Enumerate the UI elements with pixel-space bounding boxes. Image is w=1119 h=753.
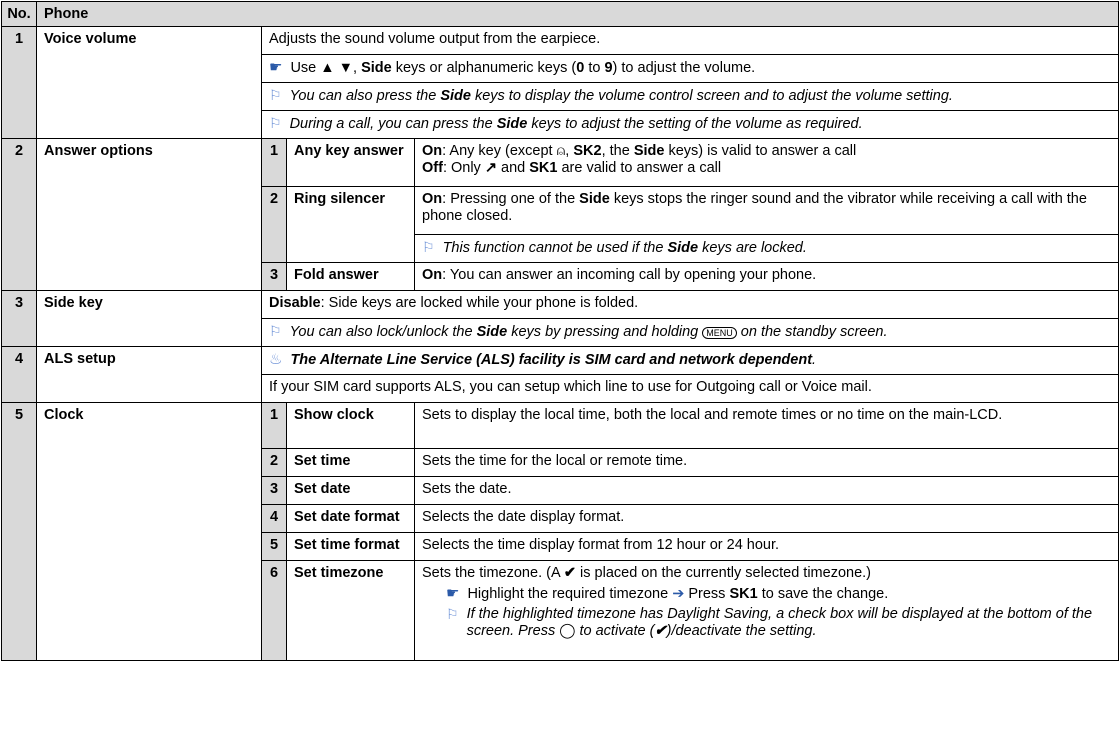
sub-description: Sets the date. <box>414 476 1119 505</box>
warning-line: ♨ The Alternate Line Service (ALS) facili… <box>261 346 1119 375</box>
sub-number: 6 <box>261 560 287 661</box>
warning-hand-icon: ♨ <box>269 351 283 368</box>
note-flag-icon: ⚐ <box>446 606 459 622</box>
sub-name: Ring silencer <box>286 186 415 263</box>
row-number: 5 <box>1 402 37 661</box>
table-row-clock: 5 Clock 1 Show clock Sets to display the… <box>1 402 1119 661</box>
hand-pointer-icon: ☛ <box>269 59 283 76</box>
hand-pointer-icon: ☛ <box>446 585 460 602</box>
row-number: 2 <box>1 138 37 291</box>
sub-description: On: Any key (except ⍝, SK2, the Side key… <box>414 138 1119 187</box>
sub-name: Set time <box>286 448 415 477</box>
phone-settings-table: No. Phone 1 Voice volume Adjusts the sou… <box>1 1 1119 661</box>
row-description: Disable: Side keys are locked while your… <box>261 290 1119 319</box>
row-number: 3 <box>1 290 37 347</box>
note-line: ⚐ You can also press the Side keys to dis… <box>261 82 1119 111</box>
header-title: Phone <box>36 1 1119 27</box>
sub-number: 2 <box>261 448 287 477</box>
table-row-answer-options: 2 Answer options 1 Any key answer On: An… <box>1 138 1119 291</box>
check-mark-icon: ✔ <box>563 565 577 581</box>
note-line: ⚐ This function cannot be used if the Sid… <box>414 234 1119 263</box>
tip-line: ☛ Highlight the required timezone ➔ Press… <box>446 585 889 602</box>
sub-number: 5 <box>261 532 287 561</box>
note-flag-icon: ⚐ <box>422 239 435 255</box>
row-name: Clock <box>36 402 262 661</box>
sub-description: Sets to display the local time, both the… <box>414 402 1119 449</box>
sub-name: Set time format <box>286 532 415 561</box>
sub-number: 4 <box>261 504 287 533</box>
sub-name: Fold answer <box>286 262 415 291</box>
send-key-icon: ↗ <box>484 160 497 176</box>
row-number: 4 <box>1 346 37 403</box>
sub-number: 1 <box>261 138 287 187</box>
table-row-als-setup: 4 ALS setup ♨ The Alternate Line Service … <box>1 346 1119 403</box>
table-header-row: No. Phone <box>1 1 1119 27</box>
note-line: ⚐ During a call, you can press the Side k… <box>261 110 1119 139</box>
end-key-icon: ⍝ <box>556 143 566 159</box>
note-line: ⚐ If the highlighted timezone has Dayligh… <box>446 606 1093 639</box>
row-name: Answer options <box>36 138 262 291</box>
sub-number: 3 <box>261 476 287 505</box>
arrow-right-icon: ➔ <box>672 586 685 602</box>
row-name: Voice volume <box>36 26 262 139</box>
row-description: If your SIM card supports ALS, you can s… <box>261 374 1119 403</box>
check-mark-icon: ✔ <box>654 623 667 639</box>
note-flag-icon: ⚐ <box>269 115 282 131</box>
sub-number: 3 <box>261 262 287 291</box>
sub-description: On: Pressing one of the Side keys stops … <box>414 186 1119 235</box>
row-name: Side key <box>36 290 262 347</box>
sub-description: Selects the date display format. <box>414 504 1119 533</box>
timezone-desc: Sets the timezone. (A ✔ is placed on the… <box>422 565 871 581</box>
sub-name: Set timezone <box>286 560 415 661</box>
menu-key-icon: MENU <box>702 327 737 339</box>
sub-name: Set date <box>286 476 415 505</box>
table-row-voice-volume: 1 Voice volume Adjusts the sound volume … <box>1 26 1119 139</box>
sub-description: Sets the time for the local or remote ti… <box>414 448 1119 477</box>
sub-description: Selects the time display format from 12 … <box>414 532 1119 561</box>
nav-key-icon: ◯ <box>559 623 576 639</box>
row-name: ALS setup <box>36 346 262 403</box>
note-flag-icon: ⚐ <box>269 323 282 339</box>
header-no: No. <box>1 1 37 27</box>
note-flag-icon: ⚐ <box>269 87 282 103</box>
row-number: 1 <box>1 26 37 139</box>
sub-name: Set date format <box>286 504 415 533</box>
sub-name: Any key answer <box>286 138 415 187</box>
sub-number: 2 <box>261 186 287 263</box>
tip-line: ☛ Use ▲ ▼, Side keys or alphanumeric keys… <box>261 54 1119 83</box>
sub-description: On: You can answer an incoming call by o… <box>414 262 1119 291</box>
sub-description: Sets the timezone. (A ✔ is placed on the… <box>414 560 1119 661</box>
table-row-side-key: 3 Side key Disable: Side keys are locked… <box>1 290 1119 347</box>
sub-name: Show clock <box>286 402 415 449</box>
sub-number: 1 <box>261 402 287 449</box>
row-description: Adjusts the sound volume output from the… <box>261 26 1119 55</box>
note-line: ⚐ You can also lock/unlock the Side keys … <box>261 318 1119 347</box>
